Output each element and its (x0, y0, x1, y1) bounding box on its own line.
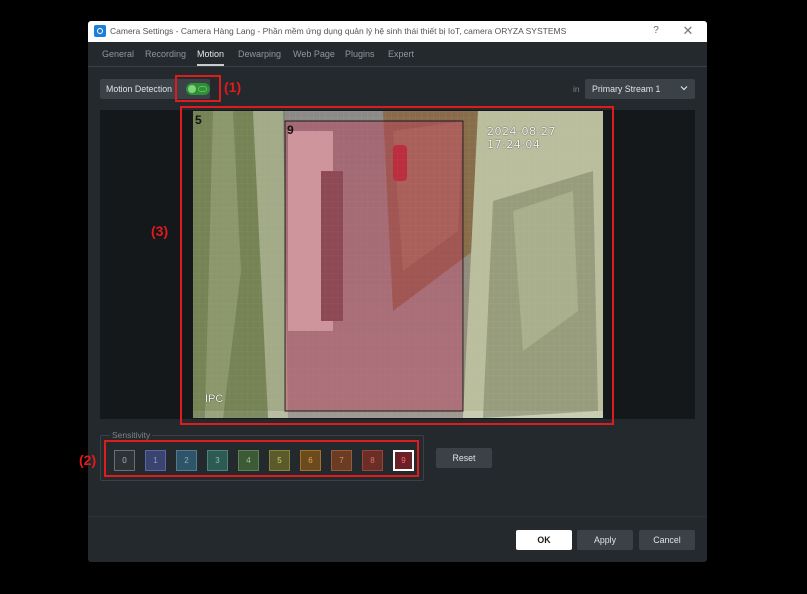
reset-button[interactable]: Reset (436, 448, 492, 468)
annotation-label-3: (3) (151, 223, 169, 239)
help-button[interactable]: ? (649, 24, 663, 38)
tab-general[interactable]: General (102, 49, 134, 59)
stream-prefix-label: in (573, 84, 580, 94)
annotation-label-1: (1) (224, 79, 242, 95)
ok-button[interactable]: OK (516, 530, 572, 550)
annotation-box-1 (175, 75, 221, 102)
stream-select-value: Primary Stream 1 (592, 84, 661, 94)
window-title: Camera Settings - Camera Hàng Lang - Phầ… (110, 26, 567, 36)
app-logo-icon (94, 25, 106, 37)
close-icon[interactable]: ✕ (681, 23, 695, 39)
tab-motion[interactable]: Motion (197, 49, 225, 66)
tab-plugins[interactable]: Plugins (345, 49, 375, 59)
motion-detection-label: Motion Detection (106, 84, 173, 94)
tab-bar: General Recording Motion Dewarping Web P… (88, 43, 707, 67)
tab-web-page[interactable]: Web Page (293, 49, 335, 59)
tab-dewarping[interactable]: Dewarping (238, 49, 281, 59)
title-bar: Camera Settings - Camera Hàng Lang - Phầ… (88, 21, 707, 42)
annotation-box-3 (180, 106, 614, 425)
chevron-down-icon (680, 86, 688, 91)
annotation-label-2: (2) (79, 452, 97, 468)
tab-recording[interactable]: Recording (145, 49, 186, 59)
stream-select[interactable]: Primary Stream 1 (585, 79, 695, 99)
annotation-box-2 (104, 440, 419, 477)
tab-expert[interactable]: Expert (388, 49, 414, 59)
footer-divider (88, 516, 707, 517)
sensitivity-legend: Sensitivity (110, 430, 153, 440)
cancel-button[interactable]: Cancel (639, 530, 695, 550)
apply-button[interactable]: Apply (577, 530, 633, 550)
